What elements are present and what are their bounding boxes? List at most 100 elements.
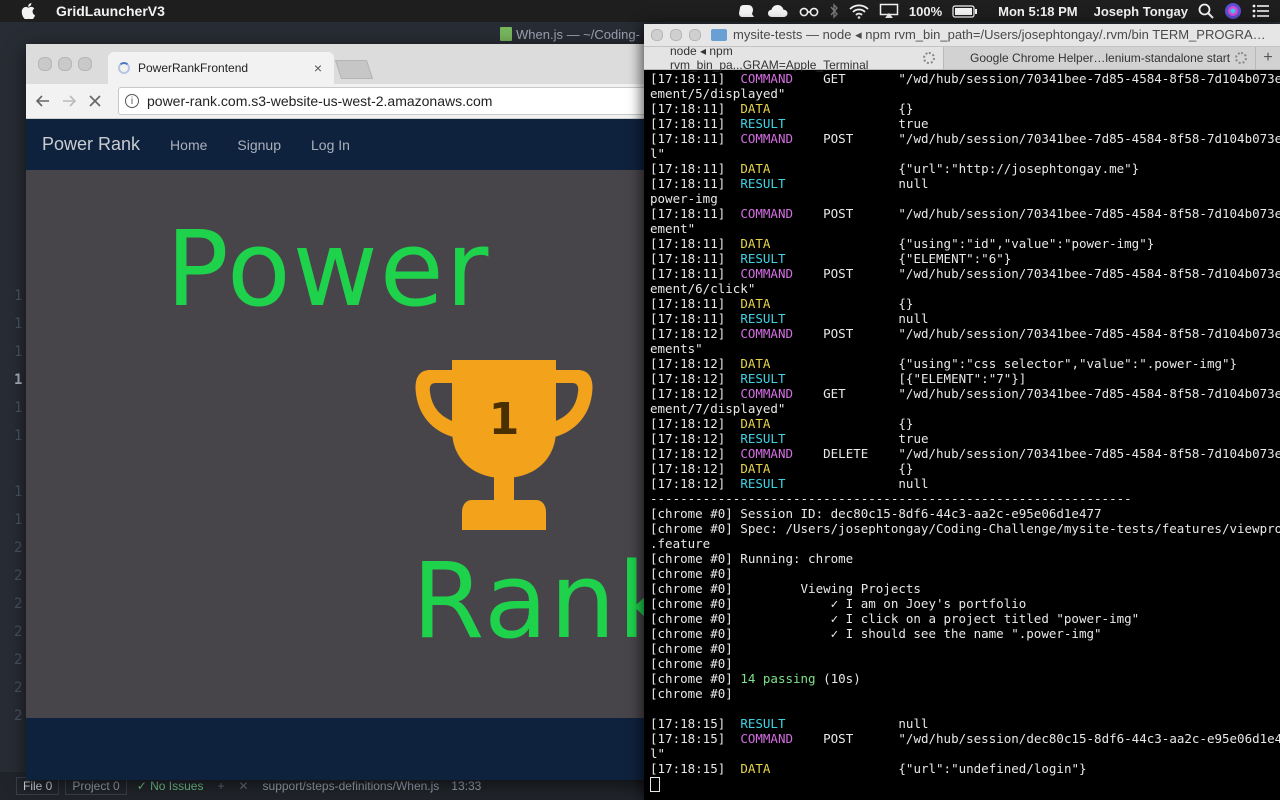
siri-icon[interactable]	[1224, 2, 1242, 20]
close-icon[interactable]: ✕	[238, 779, 248, 793]
log-method: POST	[823, 266, 854, 281]
line-number: 1	[14, 372, 23, 388]
new-tab-button[interactable]	[334, 60, 374, 79]
apple-icon[interactable]	[20, 3, 36, 19]
user-name[interactable]: Joseph Tongay	[1094, 4, 1188, 19]
passing-summary: 14 passing	[740, 671, 816, 686]
minimize-window-button[interactable]	[58, 57, 72, 71]
clock[interactable]: Mon 5:18 PM	[998, 4, 1077, 19]
status-menus: 100% Mon 5:18 PM Joseph Tongay	[737, 0, 1280, 22]
passing-step: [chrome #0] ✓ I am on Joey's portfolio	[650, 596, 1027, 611]
log-kind: RESULT	[740, 431, 786, 446]
address-bar[interactable]: i power-rank.com.s3-website-us-west-2.am…	[118, 87, 680, 115]
nav-home-link[interactable]: Home	[170, 137, 207, 153]
terminal-line: [chrome #0] ✓ I am on Joey's portfolio	[650, 596, 1276, 611]
log-text: {"ELEMENT":"6"}	[898, 251, 1012, 266]
log-timestamp: [17:18:11]	[650, 236, 726, 251]
info-icon[interactable]: i	[125, 94, 139, 108]
terminal-line: [17:18:11] RESULT null	[650, 311, 1276, 326]
folder-icon	[711, 29, 727, 41]
log-kind: DATA	[740, 296, 771, 311]
forward-arrow-icon[interactable]	[58, 90, 80, 112]
evernote-icon[interactable]	[737, 3, 757, 19]
log-text: {}	[898, 296, 914, 311]
log-kind: RESULT	[740, 251, 786, 266]
glasses-icon[interactable]	[799, 5, 819, 17]
terminal-line: power-img	[650, 191, 1276, 206]
log-kind: COMMAND	[740, 326, 794, 341]
activity-spinner-icon	[1235, 52, 1247, 64]
cloud-icon[interactable]	[767, 3, 789, 19]
terminal-line: [17:18:12] COMMAND POST "/wd/hub/session…	[650, 326, 1280, 341]
log-text: {"using":"css selector","value":".power-…	[898, 356, 1238, 371]
browser-tab-active[interactable]: PowerRankFrontend ×	[108, 52, 334, 84]
browser-window: PowerRankFrontend × i power-rank.com.s3-…	[26, 44, 680, 780]
terminal-tab-chrome-helper[interactable]: Google Chrome Helper…lenium-standalone s…	[944, 47, 1256, 69]
log-text: .feature	[650, 536, 711, 551]
terminal-line: [17:18:15] DATA {"url":"undefined/login"…	[650, 761, 1276, 776]
zoom-window-button[interactable]	[78, 57, 92, 71]
current-file-path[interactable]: support/steps-definitions/When.js	[263, 779, 440, 793]
log-text: "/wd/hub/session/70341bee-7d85-4584-8f58…	[898, 326, 1280, 341]
log-kind: RESULT	[740, 311, 786, 326]
terminal-line: [17:18:11] DATA {}	[650, 101, 1276, 116]
plus-icon[interactable]: +	[217, 779, 224, 793]
log-timestamp: [17:18:15]	[650, 731, 726, 746]
log-text: power-img	[650, 191, 718, 206]
bluetooth-icon[interactable]	[829, 3, 839, 19]
app-name[interactable]: GridLauncherV3	[56, 3, 165, 19]
log-prefix: [chrome #0]	[650, 671, 741, 686]
log-timestamp: [17:18:12]	[650, 386, 726, 401]
log-kind: DATA	[740, 101, 771, 116]
terminal-line: [chrome #0] Viewing Projects	[650, 581, 1276, 596]
trophy-number: 1	[489, 394, 520, 445]
log-text: {}	[898, 101, 914, 116]
terminal-line: [chrome #0]	[650, 566, 1276, 581]
log-timestamp: [17:18:11]	[650, 251, 726, 266]
new-terminal-tab-button[interactable]: +	[1256, 47, 1280, 69]
airplay-icon[interactable]	[879, 3, 899, 19]
minimize-window-button[interactable]	[670, 29, 682, 41]
cursor-position[interactable]: 13:33	[451, 779, 481, 793]
zoom-window-button[interactable]	[689, 29, 701, 41]
log-method: POST	[823, 206, 854, 221]
nav-login-link[interactable]: Log In	[311, 137, 350, 153]
terminal-line: ----------------------------------------…	[650, 491, 1276, 506]
log-text: null	[898, 311, 929, 326]
battery-icon[interactable]	[952, 4, 978, 18]
terminal-line: [17:18:12] COMMAND DELETE "/wd/hub/sessi…	[650, 446, 1280, 461]
terminal-line: [chrome #0] 14 passing (10s)	[650, 671, 1276, 686]
wifi-icon[interactable]	[849, 3, 869, 19]
stop-loading-icon[interactable]	[84, 90, 106, 112]
log-text: [chrome #0] Viewing Projects	[650, 581, 921, 596]
log-timestamp: [17:18:11]	[650, 71, 726, 86]
close-window-button[interactable]	[651, 29, 663, 41]
terminal-cursor[interactable]	[650, 776, 1276, 792]
editor-window-title[interactable]: When.js — ~/Coding-	[500, 24, 640, 44]
site-brand[interactable]: Power Rank	[42, 134, 140, 155]
close-tab-icon[interactable]: ×	[310, 60, 326, 76]
close-window-button[interactable]	[38, 57, 52, 71]
terminal-line: [17:18:11] RESULT null	[650, 176, 1276, 191]
log-text: "/wd/hub/session/70341bee-7d85-4584-8f58…	[898, 386, 1280, 401]
search-icon[interactable]	[1198, 3, 1214, 19]
log-text: "/wd/hub/session/dec80c15-8df6-44c3-aa2c…	[898, 731, 1280, 746]
log-timestamp: [17:18:11]	[650, 101, 726, 116]
terminal-output[interactable]: [17:18:11] COMMAND GET "/wd/hub/session/…	[650, 71, 1280, 792]
nav-signup-link[interactable]: Signup	[237, 137, 281, 153]
log-kind: RESULT	[740, 371, 786, 386]
terminal-title: mysite-tests — node ◂ npm rvm_bin_path=/…	[733, 27, 1266, 42]
line-number: 1	[14, 344, 23, 360]
terminal-line: [17:18:11] DATA {"url":"http://josephton…	[650, 161, 1276, 176]
log-kind: RESULT	[740, 476, 786, 491]
list-icon[interactable]	[1252, 4, 1270, 18]
terminal-tab-node[interactable]: node ◂ npm rvm_bin_pa...GRAM=Apple_Termi…	[644, 44, 944, 72]
terminal-line: [17:18:11] COMMAND POST "/wd/hub/session…	[650, 266, 1280, 281]
terminal-line: ements"	[650, 341, 1276, 356]
back-arrow-icon[interactable]	[32, 90, 54, 112]
terminal-line: [chrome #0] Spec: /Users/josephtongay/Co…	[650, 521, 1280, 536]
hero-section: Power 1 Rank	[26, 170, 666, 718]
linter-status[interactable]: ✓ No Issues	[137, 779, 204, 793]
log-timestamp: [17:18:11]	[650, 206, 726, 221]
